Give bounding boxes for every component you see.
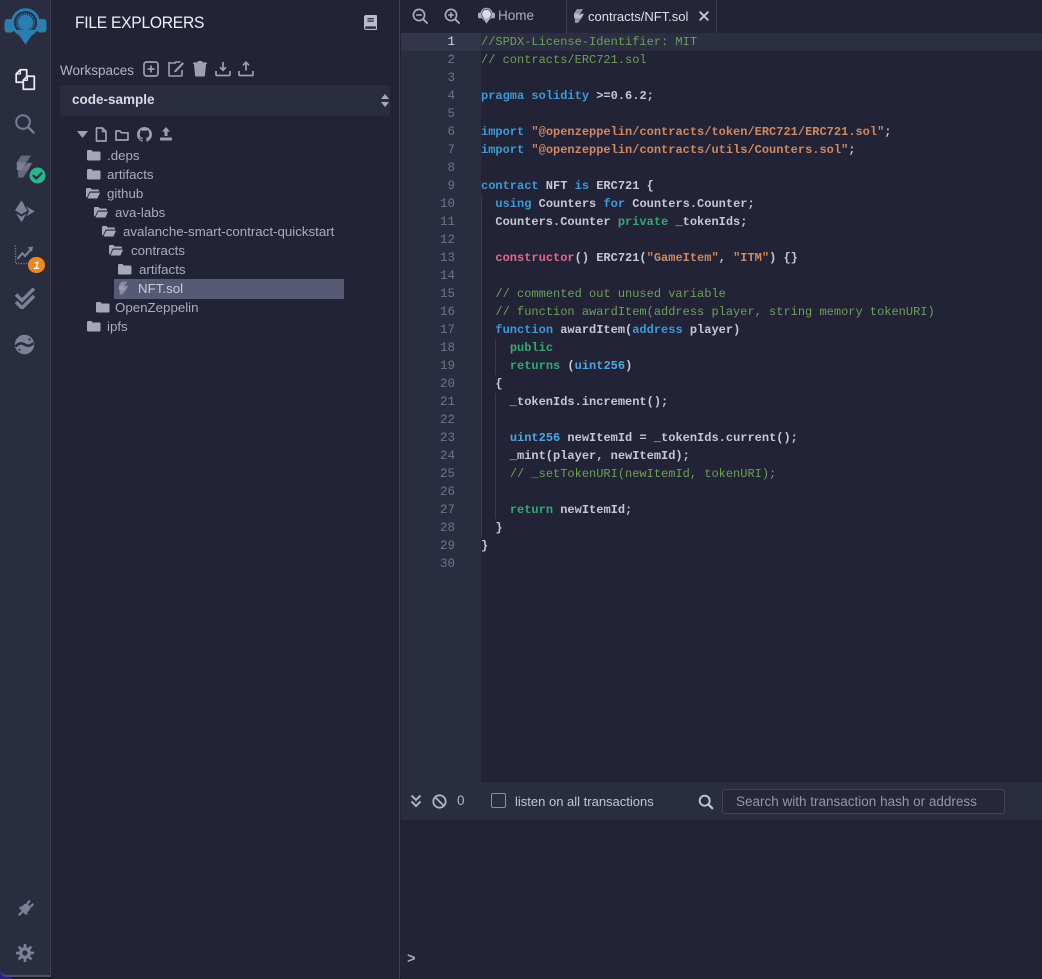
svg-text:1: 1 bbox=[33, 260, 39, 272]
